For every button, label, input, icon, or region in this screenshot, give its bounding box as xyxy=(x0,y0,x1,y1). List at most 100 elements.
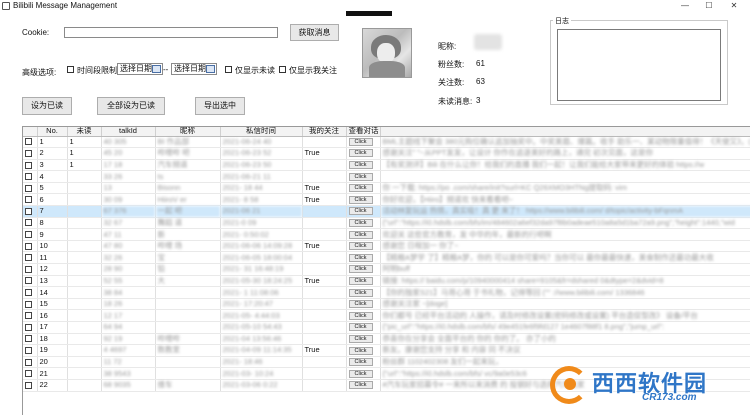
row-view-cell[interactable]: Click xyxy=(346,298,381,311)
table-row[interactable]: 17 64 94 2021-05-10 54:43 Click {"pic_url":… xyxy=(23,321,750,334)
row-select-cell[interactable] xyxy=(23,251,38,265)
table-row[interactable]: 1 1 40 305 BI 作品部 2021-06-24 40 Click BML主题线下聚… xyxy=(23,136,750,149)
row-view-cell[interactable]: Click xyxy=(346,193,381,207)
column-header[interactable]: 未读 xyxy=(67,127,102,137)
start-date-picker[interactable]: 选择日期 xyxy=(117,63,163,75)
row-checkbox[interactable] xyxy=(25,207,32,215)
row-view-cell[interactable]: Click xyxy=(346,159,381,172)
column-header[interactable]: talkId xyxy=(101,127,156,137)
row-view-cell[interactable]: Click xyxy=(346,356,381,369)
row-select-cell[interactable] xyxy=(23,147,38,160)
row-view-cell[interactable]: Click xyxy=(346,240,381,253)
row-select-cell[interactable] xyxy=(23,356,38,369)
table-row[interactable]: 13 52 55 大 2021-05-30 18:24:25 True Click 链接:… xyxy=(23,275,750,288)
row-view-cell[interactable]: Click xyxy=(346,136,381,149)
table-row[interactable]: 7 67 376 一起 吧 2021-06 21 Click 活动林复玩运 热情，真实吸！… xyxy=(23,205,750,218)
column-header[interactable]: 私信时间 xyxy=(220,127,303,137)
column-header[interactable]: 我的关注 xyxy=(302,127,347,137)
row-checkbox[interactable] xyxy=(25,161,32,169)
cookie-input[interactable] xyxy=(64,27,278,38)
set-read-button[interactable]: 设为已读 xyxy=(22,97,72,115)
calendar-icon[interactable] xyxy=(152,65,161,73)
row-select-cell[interactable] xyxy=(23,205,38,218)
close-icon[interactable]: ✕ xyxy=(725,0,743,12)
row-select-cell[interactable] xyxy=(23,367,38,380)
view-conversation-button[interactable]: Click xyxy=(348,300,373,309)
row-select-cell[interactable] xyxy=(23,159,38,172)
row-checkbox[interactable] xyxy=(25,173,32,181)
minimize-icon[interactable]: — xyxy=(676,0,694,12)
view-conversation-button[interactable]: Click xyxy=(348,207,373,216)
row-checkbox[interactable] xyxy=(25,381,32,389)
row-checkbox[interactable] xyxy=(25,184,32,192)
row-view-cell[interactable]: Click xyxy=(346,321,381,334)
row-select-cell[interactable] xyxy=(23,379,38,392)
end-date-picker[interactable]: 选择日期 xyxy=(171,63,217,75)
row-select-cell[interactable] xyxy=(23,344,38,357)
row-checkbox[interactable] xyxy=(25,312,32,320)
export-selected-button[interactable]: 导出选中 xyxy=(195,97,245,115)
view-conversation-button[interactable]: Click xyxy=(348,276,373,285)
table-row[interactable]: 3 1 17 18 汽车频道 2021-06-23 50 Click 【有奖测评】Bili … xyxy=(23,159,750,172)
view-conversation-button[interactable]: Click xyxy=(348,242,373,251)
table-row[interactable]: 8 32 67 舞蹈 道 2021-0 09 Click {"url":"https://… xyxy=(23,217,750,230)
row-view-cell[interactable]: Click xyxy=(346,182,381,195)
only-following-checkbox[interactable] xyxy=(279,66,286,73)
row-checkbox[interactable] xyxy=(25,265,32,273)
row-checkbox[interactable] xyxy=(25,300,32,308)
maximize-icon[interactable]: ☐ xyxy=(700,0,718,12)
view-conversation-button[interactable]: Click xyxy=(348,346,373,355)
table-row[interactable]: 14 38 84 2021- 1 11:08:06 Click 【你的独家S21】马哥… xyxy=(23,286,750,299)
row-view-cell[interactable]: Click xyxy=(346,147,381,160)
table-row[interactable]: 10 47 80 哔哩 场 2021-06-06 14:09:28 True Click 感… xyxy=(23,240,750,253)
row-select-cell[interactable] xyxy=(23,240,38,253)
row-checkbox[interactable] xyxy=(25,219,32,227)
view-conversation-button[interactable]: Click xyxy=(348,265,373,274)
table-row[interactable]: 12 28 90 铅 2021- 31 16:48:19 Click 阿明buff xyxy=(23,263,750,276)
row-select-cell[interactable] xyxy=(23,136,38,149)
view-conversation-button[interactable]: Click xyxy=(348,323,373,332)
row-select-cell[interactable] xyxy=(23,286,38,299)
row-checkbox[interactable] xyxy=(25,231,32,239)
row-select-cell[interactable] xyxy=(23,309,38,322)
row-view-cell[interactable]: Click xyxy=(346,344,381,357)
row-view-cell[interactable]: Click xyxy=(346,286,381,299)
log-textbox[interactable] xyxy=(557,29,721,101)
view-conversation-button[interactable]: Click xyxy=(348,288,373,297)
row-select-cell[interactable] xyxy=(23,263,38,276)
fetch-messages-button[interactable]: 获取消息 xyxy=(290,24,339,41)
row-checkbox[interactable] xyxy=(25,254,32,262)
table-row[interactable]: 5 13 Bisonn 2021- 18 44 True Click 你 一下载: ht… xyxy=(23,182,750,195)
view-conversation-button[interactable]: Click xyxy=(348,195,373,204)
table-row[interactable]: 6 30 09 HiiroV er 2021- 8 58 True Click 你好欢迎，【… xyxy=(23,193,750,207)
calendar-icon[interactable] xyxy=(206,65,215,73)
row-checkbox[interactable] xyxy=(25,323,32,331)
only-unread-checkbox[interactable] xyxy=(225,66,232,73)
column-header[interactable]: 查看对话 xyxy=(346,127,381,137)
row-checkbox[interactable] xyxy=(25,149,32,157)
view-conversation-button[interactable]: Click xyxy=(348,137,373,146)
row-view-cell[interactable]: Click xyxy=(346,275,381,288)
row-select-cell[interactable] xyxy=(23,275,38,288)
row-checkbox[interactable] xyxy=(25,347,32,354)
row-checkbox[interactable] xyxy=(25,138,32,146)
row-view-cell[interactable]: Click xyxy=(346,228,381,241)
row-view-cell[interactable]: Click xyxy=(346,251,381,265)
table-row[interactable]: 9 47 11 新 2021- 0:50:02 Click 欢迎关 这些官方教育，发 中… xyxy=(23,228,750,241)
row-view-cell[interactable]: Click xyxy=(346,309,381,322)
view-conversation-button[interactable]: Click xyxy=(348,149,373,158)
row-select-cell[interactable] xyxy=(23,170,38,183)
view-conversation-button[interactable]: Click xyxy=(348,230,373,239)
view-conversation-button[interactable]: Click xyxy=(348,369,373,378)
view-conversation-button[interactable]: Click xyxy=(348,184,373,193)
row-select-cell[interactable] xyxy=(23,321,38,334)
row-view-cell[interactable]: Click xyxy=(346,379,381,392)
row-select-cell[interactable] xyxy=(23,298,38,311)
view-conversation-button[interactable]: Click xyxy=(348,334,373,343)
row-view-cell[interactable]: Click xyxy=(346,263,381,276)
view-conversation-button[interactable]: Click xyxy=(348,253,373,262)
view-conversation-button[interactable]: Click xyxy=(348,172,373,181)
table-row[interactable]: 4 33 26 ts 2021-06-21 11 Click xyxy=(23,170,750,183)
table-row[interactable]: 16 12 17 2021-05- 4:44:03 Click 你们都号 已经平台活动… xyxy=(23,309,750,322)
column-header[interactable]: 昵称 xyxy=(155,127,221,137)
